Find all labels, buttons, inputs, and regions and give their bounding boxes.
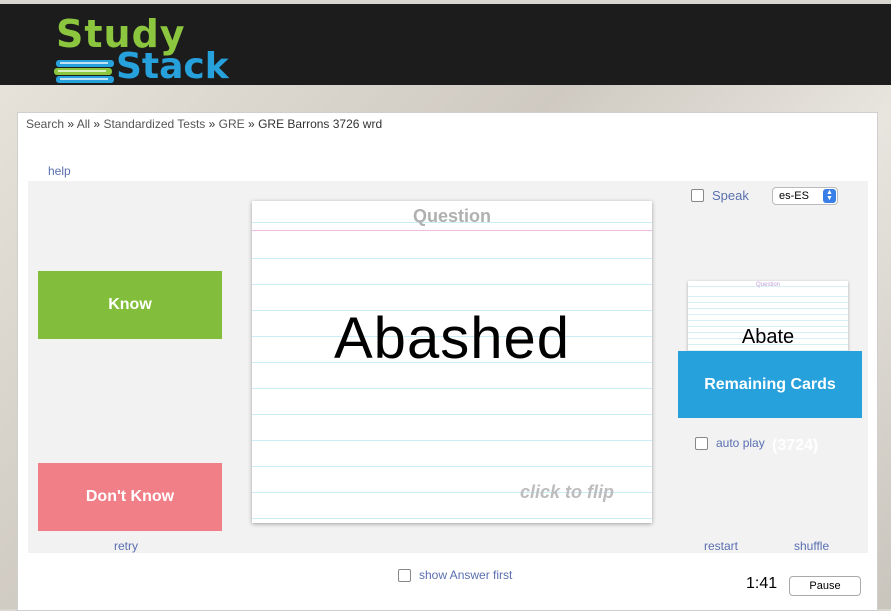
show-answer-first-label: show Answer first: [419, 568, 513, 582]
show-answer-first-checkbox[interactable]: [398, 568, 411, 582]
restart-link[interactable]: restart: [704, 539, 738, 553]
speak-checkbox[interactable]: [691, 189, 704, 202]
studystack-logo[interactable]: Study Stack: [54, 12, 229, 86]
retry-link[interactable]: retry: [114, 539, 138, 553]
auto-play-label: auto play: [716, 436, 765, 450]
speak-option[interactable]: Speak: [691, 188, 749, 203]
know-button[interactable]: Know: [38, 271, 222, 339]
breadcrumb-separator: »: [93, 117, 101, 131]
next-card-term: Abate: [741, 326, 795, 348]
shuffle-link[interactable]: shuffle: [794, 539, 829, 553]
breadcrumb-all[interactable]: All: [77, 117, 90, 131]
flashcard-stage: Know Don't Know retry Question Abashed c…: [28, 181, 868, 553]
language-value: es-ES: [779, 190, 809, 202]
card-margin-line: [252, 230, 652, 231]
auto-play-option[interactable]: auto play: [695, 436, 765, 450]
breadcrumb-separator: »: [248, 117, 255, 131]
help-link[interactable]: help: [48, 164, 71, 178]
flashcard[interactable]: Question Abashed click to flip: [252, 201, 652, 523]
auto-play-checkbox[interactable]: [695, 436, 708, 450]
remaining-cards-button[interactable]: Remaining Cards: [678, 351, 862, 418]
timer: 1:41: [746, 575, 778, 592]
logo-text-stack: Stack: [116, 46, 229, 87]
header-bar: Study Stack: [0, 4, 891, 86]
speak-label: Speak: [712, 188, 749, 203]
breadcrumb-separator: »: [67, 117, 75, 131]
select-arrows-icon: ▲ ▼: [823, 189, 836, 203]
breadcrumb-standardized-tests[interactable]: Standardized Tests: [103, 117, 205, 131]
breadcrumb: Search » All » Standardized Tests » GRE …: [26, 117, 382, 131]
breadcrumb-separator: »: [208, 117, 216, 131]
card-term: Abashed: [334, 306, 570, 371]
breadcrumb-search[interactable]: Search: [26, 117, 64, 131]
card-side-label: Question: [412, 206, 491, 226]
study-panel: Search » All » Standardized Tests » GRE …: [17, 112, 878, 611]
breadcrumb-gre[interactable]: GRE: [219, 117, 245, 131]
click-to-flip-hint: click to flip: [519, 482, 614, 502]
show-answer-first-option[interactable]: show Answer first: [398, 568, 512, 582]
breadcrumb-current: GRE Barrons 3726 wrd: [258, 117, 383, 131]
next-card-label: Question: [755, 282, 780, 288]
pause-button[interactable]: Pause: [789, 576, 861, 596]
remaining-count: (3724): [772, 437, 819, 454]
books-icon: [54, 60, 114, 83]
language-select[interactable]: es-ES ▲ ▼: [772, 187, 838, 205]
dont-know-button[interactable]: Don't Know: [38, 463, 222, 531]
